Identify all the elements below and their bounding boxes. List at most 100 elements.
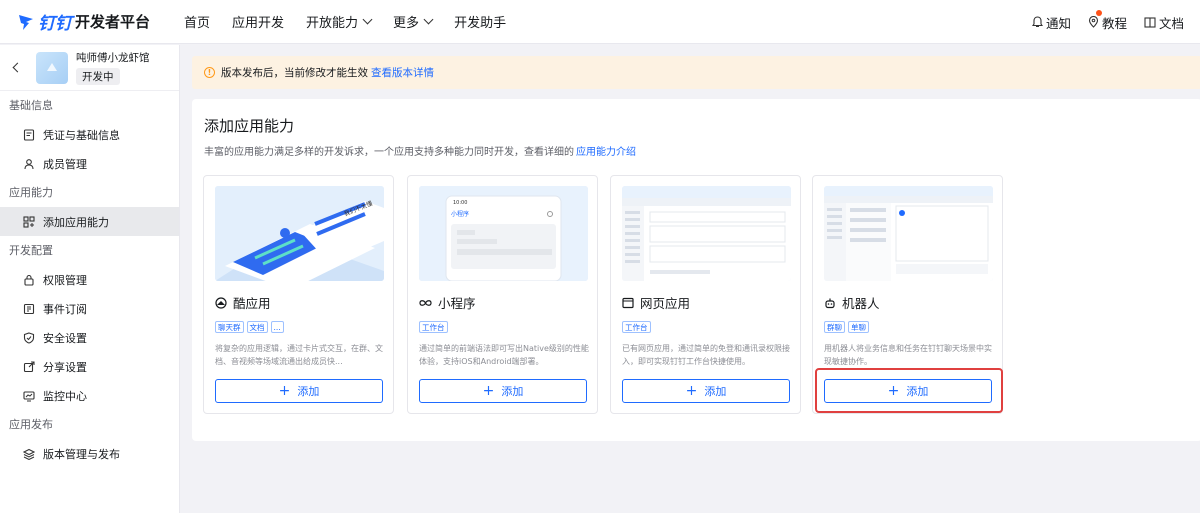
app-placeholder-icon <box>47 62 57 71</box>
cool-app-icon <box>215 296 227 309</box>
add-cool-app-button[interactable]: + 添加 <box>215 379 383 403</box>
description-text: 丰富的应用能力满足多样的开发诉求，一个应用支持多种能力同时开发，查看详细的 <box>204 147 574 158</box>
notification-dot <box>1095 9 1102 16</box>
monitor-icon <box>23 390 35 401</box>
tag: 聊天群 <box>215 321 244 333</box>
bell-icon <box>1031 16 1043 28</box>
layers-icon <box>23 448 35 460</box>
web-app-illustration <box>622 186 791 281</box>
lock-icon <box>24 274 34 286</box>
tag: 工作台 <box>622 321 651 333</box>
sidebar-item-label: 监控中心 <box>43 389 87 403</box>
add-web-app-button[interactable]: + 添加 <box>622 379 790 403</box>
robot-icon <box>825 298 835 308</box>
chevron-down-icon <box>362 14 373 25</box>
top-navbar: 钉钉 开发者平台 首页 应用开发 开放能力 更多 开发助手 通知 教程 文档 <box>0 0 1200 44</box>
card-title-text: 网页应用 <box>640 296 691 311</box>
docs-link[interactable]: 文档 <box>1144 13 1184 32</box>
sidebar-item-permissions[interactable]: 权限管理 <box>0 265 179 294</box>
brand-name: 钉钉 <box>38 14 72 34</box>
notify-link[interactable]: 通知 <box>1031 13 1071 32</box>
notice-bar: ! 版本发布后，当前修改才能生效 查看版本详情 <box>192 56 1200 89</box>
sidebar-item-label: 版本管理与发布 <box>43 447 120 461</box>
capability-panel: 添加应用能力 丰富的应用能力满足多样的开发诉求，一个应用支持多种能力同时开发，查… <box>192 99 1200 441</box>
tag: 文档 <box>246 321 268 333</box>
section-title-basic: 基础信息 <box>9 99 53 112</box>
card-title: 网页应用 <box>622 293 690 312</box>
plus-icon: + <box>278 383 291 399</box>
section-title-dev-config: 开发配置 <box>9 244 53 257</box>
robot-image <box>824 186 993 281</box>
sidebar-item-events[interactable]: 事件订阅 <box>0 294 179 323</box>
sidebar-item-credentials[interactable]: 凭证与基础信息 <box>0 120 179 149</box>
view-version-link[interactable]: 查看版本详情 <box>371 65 434 80</box>
app-name: 吨师傅小龙虾馆 <box>76 52 150 64</box>
web-app-image <box>622 186 791 281</box>
nav-app-dev[interactable]: 应用开发 <box>232 12 284 31</box>
location-pin-icon <box>1088 16 1099 28</box>
capability-card-web-app: 网页应用 工作台 已有网页应用，通过简单的免登和通讯录权限接入，即可实现钉钉工作… <box>610 175 801 414</box>
illustration-time: 10:00 <box>453 200 467 206</box>
nav-more[interactable]: 更多 <box>393 12 434 31</box>
mini-program-icon <box>419 299 432 306</box>
tag: 群聊 <box>824 321 845 333</box>
card-description: 已有网页应用，通过简单的免登和通讯录权限接入，即可实现钉钉工作台快捷使用。 <box>622 344 790 366</box>
nav-dev-assistant[interactable]: 开发助手 <box>454 12 506 31</box>
nav-home[interactable]: 首页 <box>184 12 210 31</box>
chevron-left-icon <box>12 62 22 73</box>
card-title-text: 小程序 <box>438 296 476 311</box>
highlight-frame <box>815 368 1003 413</box>
sidebar-item-security[interactable]: 安全设置 <box>0 323 179 352</box>
add-button-label: 添加 <box>297 385 320 398</box>
sidebar-item-label: 分享设置 <box>43 360 87 374</box>
back-button[interactable] <box>0 45 30 91</box>
web-app-icon <box>622 297 634 308</box>
docs-label: 文档 <box>1158 15 1184 31</box>
status-badge: 开发中 <box>76 68 120 85</box>
sidebar-item-label: 添加应用能力 <box>43 215 109 229</box>
shield-icon <box>23 331 35 344</box>
add-mini-program-button[interactable]: + 添加 <box>419 379 587 403</box>
chevron-down-icon <box>423 14 434 25</box>
cool-app-illustration: 我们不太懂 <box>215 186 384 281</box>
sidebar-item-members[interactable]: 成员管理 <box>0 149 179 178</box>
sidebar-item-add-capability[interactable]: 添加应用能力 <box>0 207 179 236</box>
page-title: 添加应用能力 <box>204 117 295 135</box>
card-title: 机器人 <box>824 293 880 312</box>
notice-text: 版本发布后，当前修改才能生效 <box>221 67 368 79</box>
logo[interactable]: 钉钉 开发者平台 <box>18 9 168 34</box>
nav-dev-assistant-label: 开发助手 <box>454 16 507 31</box>
page-description: 丰富的应用能力满足多样的开发诉求，一个应用支持多种能力同时开发，查看详细的 应用能… <box>204 143 636 158</box>
illustration-header: 小程序 <box>451 210 469 218</box>
card-title-text: 酷应用 <box>233 296 271 311</box>
sidebar-item-versions[interactable]: 版本管理与发布 <box>0 439 179 468</box>
grid-add-icon <box>23 215 35 228</box>
cool-app-image: 我们不太懂 <box>215 186 384 281</box>
mini-program-image: 10:00 小程序 <box>419 186 588 281</box>
sidebar-item-label: 凭证与基础信息 <box>43 128 120 142</box>
sidebar-item-share[interactable]: 分享设置 <box>0 352 179 381</box>
tag-more[interactable]: ... <box>270 321 284 333</box>
dingtalk-logo-icon <box>19 14 33 30</box>
brand-title: 开发者平台 <box>75 13 151 31</box>
nav-app-dev-label: 应用开发 <box>232 16 285 31</box>
sidebar-item-label: 安全设置 <box>43 331 87 345</box>
nav-open-capability[interactable]: 开放能力 <box>306 12 373 31</box>
sidebar-item-monitor[interactable]: 监控中心 <box>0 381 179 410</box>
tutorial-link[interactable]: 教程 <box>1088 9 1127 32</box>
add-button-label: 添加 <box>501 385 524 398</box>
add-button-label: 添加 <box>704 385 727 398</box>
warning-icon: ! <box>204 67 215 78</box>
tag: 工作台 <box>419 321 448 333</box>
card-description: 用机器人将业务信息和任务在钉钉聊天场景中实现敏捷协作。 <box>824 344 992 366</box>
robot-illustration <box>824 186 993 281</box>
card-description: 通过简单的前端语法即可写出Native级别的性能体验，支持iOS和Android… <box>419 344 589 366</box>
tutorial-label: 教程 <box>1101 15 1127 31</box>
capability-intro-link[interactable]: 应用能力介绍 <box>576 147 636 158</box>
tag: 单聊 <box>848 321 869 333</box>
section-title-capability: 应用能力 <box>9 186 53 199</box>
nav-open-capability-label: 开放能力 <box>306 16 359 31</box>
card-title-text: 机器人 <box>842 296 880 311</box>
card-title: 酷应用 <box>215 293 271 312</box>
nav-home-label: 首页 <box>184 16 211 31</box>
